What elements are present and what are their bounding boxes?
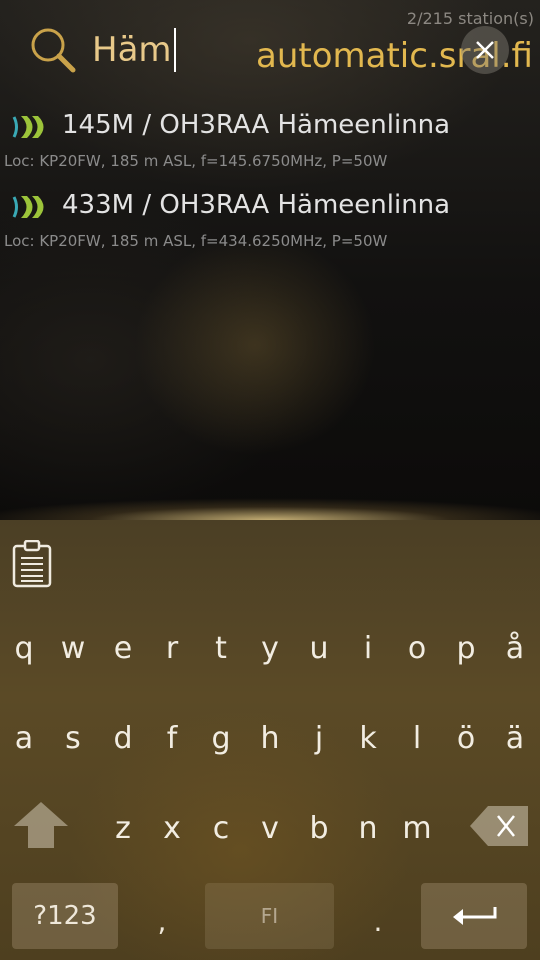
search-input[interactable]: Häm xyxy=(92,28,176,72)
station-item[interactable]: 145M / OH3RAA Hämeenlinna Loc: KP20FW, 1… xyxy=(0,108,540,188)
virtual-keyboard: q w e r t y u i o p å a s d f g h j k l … xyxy=(0,520,540,960)
key-u[interactable]: u xyxy=(292,604,346,694)
enter-key[interactable] xyxy=(421,883,527,949)
search-input-value: Häm xyxy=(92,30,172,70)
key-period[interactable]: . xyxy=(364,892,392,952)
key-a-ring[interactable]: å xyxy=(488,604,540,694)
key-g[interactable]: g xyxy=(194,694,248,784)
key-e[interactable]: e xyxy=(96,604,150,694)
key-f[interactable]: f xyxy=(145,694,199,784)
backspace-icon[interactable] xyxy=(468,804,530,848)
key-j[interactable]: j xyxy=(292,694,346,784)
key-p[interactable]: p xyxy=(439,604,493,694)
station-title: 145M / OH3RAA Hämeenlinna xyxy=(62,110,451,140)
clipboard-icon[interactable] xyxy=(12,540,52,588)
app-area: 2/215 station(s) Häm automatic.sral.fi 1… xyxy=(0,0,540,520)
key-o-umlaut[interactable]: ö xyxy=(439,694,493,784)
station-details: Loc: KP20FW, 185 m ASL, f=434.6250MHz, P… xyxy=(4,232,388,250)
signal-waves-icon xyxy=(12,196,44,218)
space-key[interactable]: FI xyxy=(205,883,334,949)
key-i[interactable]: i xyxy=(341,604,395,694)
key-q[interactable]: q xyxy=(0,604,51,694)
key-m[interactable]: m xyxy=(390,784,444,874)
key-v[interactable]: v xyxy=(243,784,297,874)
station-details: Loc: KP20FW, 185 m ASL, f=145.6750MHz, P… xyxy=(4,152,388,170)
symbols-key[interactable]: ?123 xyxy=(12,883,118,949)
station-list: 145M / OH3RAA Hämeenlinna Loc: KP20FW, 1… xyxy=(0,108,540,268)
station-item[interactable]: 433M / OH3RAA Hämeenlinna Loc: KP20FW, 1… xyxy=(0,188,540,268)
key-a[interactable]: a xyxy=(0,694,51,784)
shift-icon[interactable] xyxy=(10,800,72,850)
key-d[interactable]: d xyxy=(96,694,150,784)
key-c[interactable]: c xyxy=(194,784,248,874)
key-w[interactable]: w xyxy=(46,604,100,694)
station-count: 2/215 station(s) xyxy=(406,9,534,28)
close-icon xyxy=(476,41,494,59)
key-z[interactable]: z xyxy=(96,784,150,874)
signal-waves-icon xyxy=(12,116,44,138)
key-x[interactable]: x xyxy=(145,784,199,874)
key-o[interactable]: o xyxy=(390,604,444,694)
key-y[interactable]: y xyxy=(243,604,297,694)
station-title: 433M / OH3RAA Hämeenlinna xyxy=(62,190,451,220)
key-r[interactable]: r xyxy=(145,604,199,694)
key-l[interactable]: l xyxy=(390,694,444,784)
key-a-umlaut[interactable]: ä xyxy=(488,694,540,784)
enter-icon xyxy=(453,907,497,925)
key-b[interactable]: b xyxy=(292,784,346,874)
key-k[interactable]: k xyxy=(341,694,395,784)
key-h[interactable]: h xyxy=(243,694,297,784)
text-cursor xyxy=(173,28,176,72)
key-s[interactable]: s xyxy=(46,694,100,784)
key-n[interactable]: n xyxy=(341,784,395,874)
key-t[interactable]: t xyxy=(194,604,248,694)
clear-search-button[interactable] xyxy=(461,26,509,74)
search-icon[interactable] xyxy=(28,26,78,74)
key-comma[interactable]: , xyxy=(148,892,176,952)
